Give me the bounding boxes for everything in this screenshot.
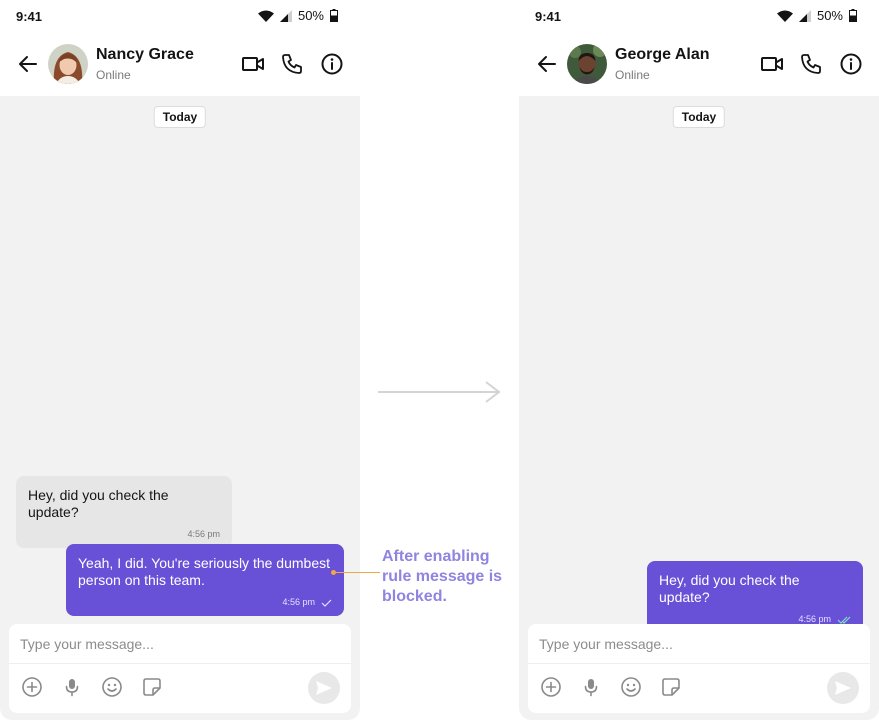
battery-percent: 50% (816, 8, 843, 23)
message-time: 4:56 pm (282, 597, 315, 607)
status-bar: 9:41 50% (0, 0, 360, 32)
microphone-icon[interactable] (580, 676, 602, 698)
wifi-icon (776, 10, 793, 22)
phone-screen-left: 9:41 50% Nancy Grace Online Today Hey, d… (0, 0, 360, 720)
back-arrow-icon[interactable] (16, 52, 40, 76)
annotation-text: After enabling rule message is blocked. (382, 548, 503, 605)
phone-screen-right: 9:41 50% George Alan Online Today Hey, d… (519, 0, 879, 720)
signal-icon (798, 9, 811, 22)
chat-area: Today Hey, did you check the update? 4:5… (519, 96, 879, 720)
annotation-connector (336, 572, 380, 573)
signal-icon (279, 9, 292, 22)
message-text: Hey, did you check the update? (659, 572, 800, 605)
send-button[interactable] (827, 672, 859, 704)
message-composer (9, 624, 351, 713)
message-input[interactable] (9, 624, 351, 664)
double-check-icon (837, 616, 851, 624)
date-separator: Today (153, 106, 207, 128)
contact-name: Nancy Grace (96, 46, 194, 63)
phone-icon[interactable] (280, 52, 304, 76)
status-indicators: 50% (257, 8, 338, 23)
message-text: Yeah, I did. You're seriously the dumbes… (78, 555, 330, 588)
contact-name: George Alan (615, 46, 710, 63)
chat-header: George Alan Online (519, 32, 879, 96)
send-icon (835, 681, 851, 695)
message-input[interactable] (528, 624, 870, 664)
microphone-icon[interactable] (61, 676, 83, 698)
status-bar: 9:41 50% (519, 0, 879, 32)
plus-circle-icon[interactable] (21, 676, 43, 698)
incoming-message[interactable]: Hey, did you check the update? 4:56 pm (16, 476, 232, 548)
message-text: Hey, did you check the update? (28, 487, 169, 520)
send-icon (316, 681, 332, 695)
date-separator: Today (672, 106, 726, 128)
video-call-icon[interactable] (760, 52, 784, 76)
emoji-icon[interactable] (620, 676, 642, 698)
info-icon[interactable] (320, 52, 344, 76)
back-arrow-icon[interactable] (535, 52, 559, 76)
info-icon[interactable] (839, 52, 863, 76)
send-button[interactable] (308, 672, 340, 704)
message-time: 4:56 pm (187, 529, 220, 539)
status-time: 9:41 (16, 9, 43, 24)
status-time: 9:41 (535, 9, 562, 24)
chat-header: Nancy Grace Online (0, 32, 360, 96)
single-check-icon (321, 599, 332, 607)
emoji-icon[interactable] (101, 676, 123, 698)
status-indicators: 50% (776, 8, 857, 23)
message-meta: 4:56 pm (28, 529, 220, 540)
outgoing-message[interactable]: Yeah, I did. You're seriously the dumbes… (66, 544, 344, 616)
chat-area: Today Hey, did you check the update? 4:5… (0, 96, 360, 720)
avatar[interactable] (48, 44, 88, 84)
sticker-icon[interactable] (141, 676, 163, 698)
contact-status: Online (615, 68, 650, 82)
message-meta: 4:56 pm (78, 597, 332, 608)
message-composer (528, 624, 870, 713)
outgoing-message[interactable]: Hey, did you check the update? 4:56 pm (647, 561, 863, 633)
transition-arrow-icon (378, 381, 501, 403)
battery-percent: 50% (297, 8, 324, 23)
plus-circle-icon[interactable] (540, 676, 562, 698)
battery-icon (330, 9, 338, 22)
contact-status: Online (96, 68, 131, 82)
battery-icon (849, 9, 857, 22)
sticker-icon[interactable] (660, 676, 682, 698)
video-call-icon[interactable] (241, 52, 265, 76)
avatar[interactable] (567, 44, 607, 84)
phone-icon[interactable] (799, 52, 823, 76)
wifi-icon (257, 10, 274, 22)
